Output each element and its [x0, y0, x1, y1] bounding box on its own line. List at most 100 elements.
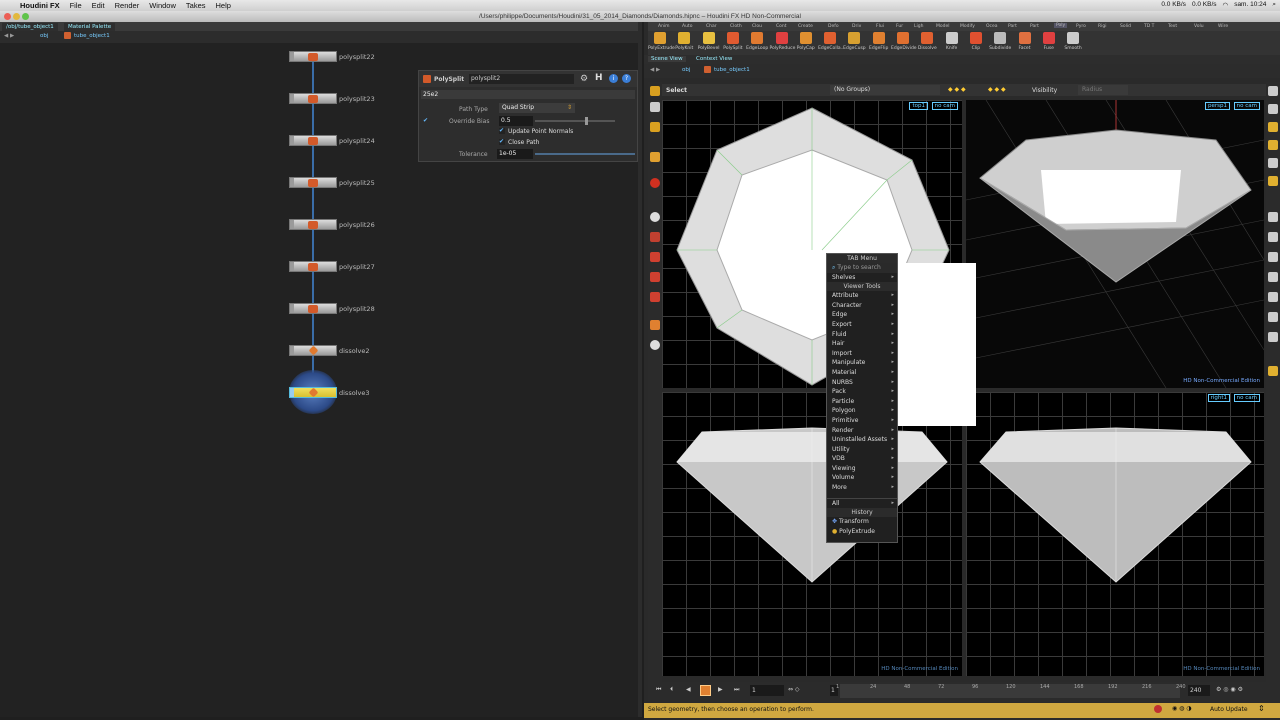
frame-step-icon[interactable]: ⇔ ◇ — [788, 686, 800, 693]
shelf-tab[interactable]: Modify — [960, 24, 975, 29]
radius-field[interactable]: Radius — [1078, 85, 1128, 95]
node-dissolve2[interactable] — [289, 345, 337, 356]
shelf-tool[interactable]: EdgeColla... — [818, 32, 845, 62]
shelf-tool[interactable]: Clip — [964, 32, 988, 62]
end-frame-field[interactable]: 240 — [1188, 685, 1210, 696]
shelf-tab[interactable]: Text — [1168, 24, 1177, 29]
info-icon[interactable]: i — [609, 74, 618, 83]
node-polysplit27[interactable] — [289, 261, 337, 272]
path-object[interactable]: tube_object1 — [74, 33, 110, 39]
tab-menu-item[interactable]: Render ▸ — [827, 426, 897, 436]
shelf-tab[interactable]: Part — [1030, 24, 1039, 29]
jump-start-icon[interactable]: ⏮ — [656, 686, 661, 694]
view-name-top[interactable]: top1 — [909, 102, 928, 110]
override-bias-slider[interactable] — [535, 120, 615, 122]
shading-icon[interactable] — [1268, 104, 1278, 114]
menu-render[interactable]: Render — [115, 1, 140, 10]
light-display-icon[interactable] — [1268, 366, 1278, 376]
play-reverse-icon[interactable]: ◀ — [686, 686, 691, 693]
shelf-tool[interactable]: Dissolve — [915, 32, 939, 62]
tab-menu-item[interactable]: Character ▸ — [827, 301, 897, 311]
shelf-tab[interactable]: Part — [1008, 24, 1017, 29]
stop-button[interactable] — [700, 685, 711, 696]
menu-window[interactable]: Window — [149, 1, 176, 10]
menu-file[interactable]: File — [70, 1, 82, 10]
update-normals-checkbox[interactable]: ✔ — [499, 128, 505, 134]
shelf-tool[interactable]: EdgeCusp — [842, 32, 866, 62]
shelf-tab[interactable]: Rigi — [1098, 24, 1106, 29]
pane-splitter[interactable] — [638, 22, 642, 717]
point-numbers-icon[interactable] — [1268, 272, 1278, 282]
menu-edit[interactable]: Edit — [92, 1, 105, 10]
auto-update-button[interactable]: Auto Update — [1210, 706, 1248, 713]
override-bias-checkbox[interactable]: ✔ — [423, 117, 429, 124]
shelf-tab[interactable]: Anim — [658, 24, 670, 29]
viewport-front[interactable]: HD Non-Commercial Edition — [662, 392, 962, 676]
override-bias-input[interactable]: 0.5 — [499, 116, 533, 126]
select-mode-icons[interactable]: ◆ ◆ ◆ — [948, 86, 966, 93]
menu-help[interactable]: Help — [216, 1, 231, 10]
shelf-tool[interactable]: EdgeDivide — [891, 32, 917, 62]
snap-tool-icon[interactable] — [650, 232, 660, 242]
shelf-tab[interactable]: Solid — [1120, 24, 1131, 29]
tab-menu-item[interactable]: Import ▸ — [827, 349, 897, 359]
shelf-tool[interactable]: EdgeLoop — [745, 32, 769, 62]
sculpt-tool-icon[interactable] — [650, 292, 660, 302]
tab-menu-item[interactable]: VDB ▸ — [827, 454, 897, 464]
snap-icons[interactable]: ◆ ◆ ◆ — [988, 86, 1006, 93]
tab-menu-all[interactable]: All ▸ — [827, 499, 897, 509]
shelf-tool[interactable]: Smooth — [1061, 32, 1085, 62]
tab-menu-item[interactable]: Viewing ▸ — [827, 464, 897, 474]
paint-tool-icon[interactable] — [650, 272, 660, 282]
clock[interactable]: sam. 10:24 — [1234, 1, 1266, 9]
view-name-persp[interactable]: persp1 — [1205, 102, 1230, 110]
camera-persp[interactable]: no cam — [1233, 102, 1260, 110]
tab-menu-item[interactable]: Polygon ▸ — [827, 406, 897, 416]
shelf-tab[interactable]: Model — [936, 24, 950, 29]
shelf-tool[interactable]: PolyKnit — [672, 32, 696, 62]
path-obj[interactable]: obj — [40, 33, 48, 39]
view-name-right[interactable]: right1 — [1207, 394, 1230, 402]
tab-menu-item[interactable]: Uninstalled Assets ▸ — [827, 435, 897, 445]
back-arrow-icon[interactable]: ◀ ▶ — [4, 33, 14, 39]
node-polysplit25[interactable] — [289, 177, 337, 188]
history-item[interactable]: ● PolyExtrude — [827, 527, 897, 537]
minimize-window-icon[interactable] — [13, 13, 20, 20]
node-polysplit22[interactable] — [289, 51, 337, 62]
handle-tool-icon[interactable] — [650, 178, 660, 188]
slider-handle[interactable] — [585, 117, 588, 125]
camera-top[interactable]: no cam — [931, 102, 958, 110]
shelf-tab[interactable]: Cont — [776, 24, 787, 29]
close-path-checkbox[interactable]: ✔ — [499, 139, 505, 145]
shelf-tab[interactable]: Fur — [896, 24, 903, 29]
back-arrow-icon[interactable]: ◀ ▶ — [650, 67, 660, 73]
node-polysplit24[interactable] — [289, 135, 337, 146]
profile-display-icon[interactable] — [1268, 332, 1278, 342]
shelf-tool[interactable]: Fuse — [1037, 32, 1061, 62]
shelf-tool[interactable]: PolyExtrude — [648, 32, 675, 62]
tab-menu-item[interactable]: Pack ▸ — [827, 387, 897, 397]
shelf-tab[interactable]: Create — [798, 24, 813, 29]
cook-indicator-icon[interactable] — [1154, 705, 1162, 713]
shelf-tool[interactable]: Facet — [1013, 32, 1037, 62]
shelf-tab[interactable]: Char — [706, 24, 717, 29]
step-back-icon[interactable]: ⏴ — [670, 686, 673, 694]
hull-display-icon[interactable] — [1268, 312, 1278, 322]
help-icon[interactable]: ? — [622, 74, 631, 83]
group-field[interactable]: 25e2 — [423, 91, 438, 98]
shelf-tab[interactable]: Wire — [1218, 24, 1228, 29]
wifi-icon[interactable]: ◠ — [1223, 1, 1229, 9]
lighting-icon[interactable] — [1268, 140, 1278, 150]
shelf-tab[interactable]: Cloth — [730, 24, 742, 29]
ghost-icon[interactable] — [1268, 158, 1278, 168]
wireframe-icon[interactable] — [1268, 122, 1278, 132]
camera-tool-icon[interactable] — [650, 340, 660, 350]
path-object[interactable]: tube_object1 — [714, 67, 750, 73]
shelf-tab[interactable]: Ligh — [914, 24, 923, 29]
help-h-icon[interactable]: H — [595, 73, 603, 83]
search-icon[interactable]: ⌕ — [1272, 1, 1276, 9]
network-pane[interactable]: /obj/tube_object1 Material Palette ◀ ▶ o… — [0, 22, 642, 717]
shelf-tab[interactable]: Driv — [852, 24, 861, 29]
tab-menu-item[interactable]: Particle ▸ — [827, 397, 897, 407]
points-display-icon[interactable] — [1268, 212, 1278, 222]
